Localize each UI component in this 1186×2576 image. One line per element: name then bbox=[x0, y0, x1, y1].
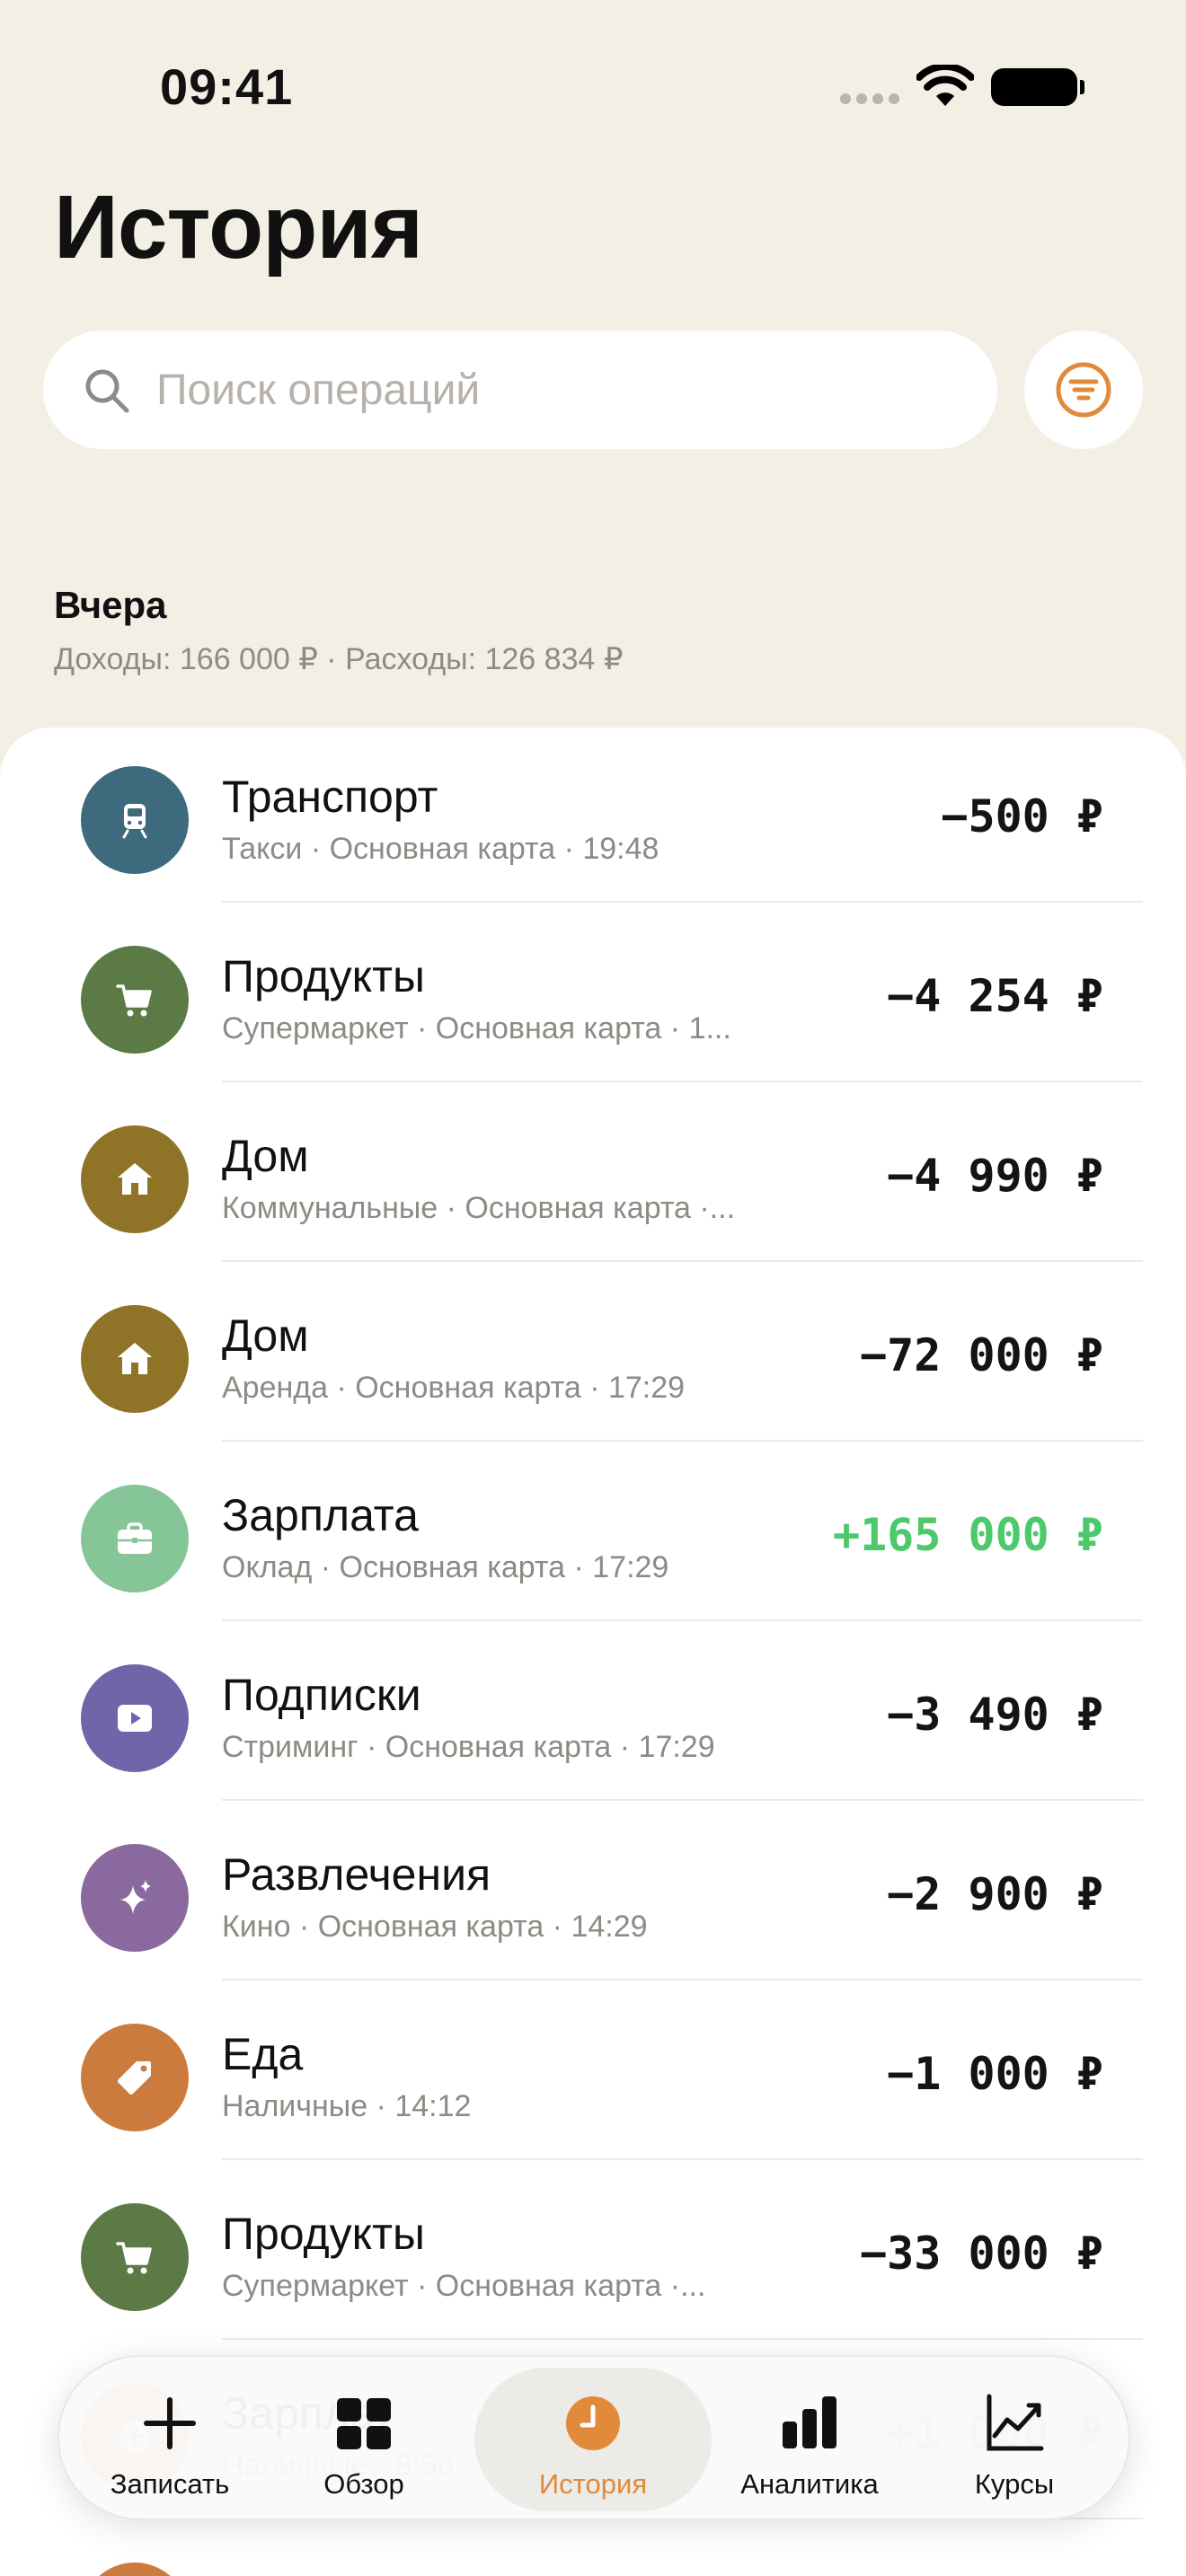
search-input[interactable] bbox=[156, 357, 947, 422]
transaction-amount: −500 ₽ bbox=[941, 790, 1103, 842]
status-time: 09:41 bbox=[160, 58, 294, 115]
transaction-amount: −4 990 ₽ bbox=[887, 1150, 1103, 1202]
group-summary: Доходы: 166 000 ₽ · Расходы: 126 834 ₽ bbox=[54, 642, 624, 676]
transaction-amount: −3 490 ₽ bbox=[887, 1689, 1103, 1741]
tab-record[interactable]: Записать bbox=[68, 2368, 271, 2511]
transaction-title: Подписки bbox=[222, 1670, 421, 1720]
transaction-title: Зарплата bbox=[222, 1490, 419, 1540]
status-bar: 09:41 bbox=[0, 0, 1186, 171]
filter-icon bbox=[1056, 362, 1111, 418]
tab-rates[interactable]: Курсы bbox=[913, 2368, 1116, 2511]
transaction-row[interactable]: Транспорт Такси · Основная карта · 19:48 −… bbox=[0, 738, 1186, 903]
search-icon bbox=[85, 369, 129, 413]
transaction-subtitle: Кино · Основная карта · 14:29 bbox=[222, 1910, 648, 1944]
transaction-subtitle: Коммунальные · Основная карта ·... bbox=[222, 1191, 736, 1225]
tab-label: История bbox=[538, 2468, 648, 2500]
grid-icon bbox=[337, 2398, 391, 2449]
transaction-subtitle: Аренда · Основная карта · 17:29 bbox=[222, 1371, 686, 1405]
transaction-amount: −2 900 ₽ bbox=[887, 1868, 1103, 1920]
transaction-row[interactable]: Зарплата Оклад · Основная карта · 17:29 +1… bbox=[0, 1457, 1186, 1621]
sparkles-icon bbox=[81, 1844, 189, 1952]
plus-icon bbox=[144, 2397, 196, 2449]
transaction-row[interactable]: Дом Аренда · Основная карта · 17:29 −72 00… bbox=[0, 1277, 1186, 1442]
transaction-row[interactable]: Дом Коммунальные · Основная карта ·... −4 … bbox=[0, 1098, 1186, 1262]
train-icon bbox=[81, 766, 189, 874]
row-divider bbox=[222, 1619, 1143, 1621]
transaction-row[interactable]: Еда bbox=[0, 2535, 1186, 2576]
row-divider bbox=[222, 1260, 1143, 1262]
tab-analytics[interactable]: Аналитика bbox=[708, 2368, 911, 2511]
transaction-title: Продукты bbox=[222, 951, 425, 1001]
row-divider bbox=[222, 1440, 1143, 1442]
tab-bar: Записать Обзор История Аналитика Курсы bbox=[58, 2355, 1130, 2520]
transaction-subtitle: Оклад · Основная карта · 17:29 bbox=[222, 1550, 669, 1584]
battery-icon bbox=[991, 68, 1084, 106]
cellular-signal-icon bbox=[840, 93, 899, 104]
transaction-subtitle: Супермаркет · Основная карта ·... bbox=[222, 2269, 706, 2303]
search-bar[interactable] bbox=[43, 331, 997, 449]
filter-button[interactable] bbox=[1024, 331, 1143, 449]
row-divider bbox=[222, 1081, 1143, 1082]
cart-icon bbox=[81, 2203, 189, 2311]
row-divider bbox=[222, 901, 1143, 903]
transactions-list: Транспорт Такси · Основная карта · 19:48 −… bbox=[0, 728, 1186, 2576]
transaction-subtitle: Стриминг · Основная карта · 17:29 bbox=[222, 1730, 715, 1764]
transaction-title: Еда bbox=[222, 2029, 304, 2079]
briefcase-icon bbox=[81, 1485, 189, 1592]
row-divider bbox=[222, 1799, 1143, 1801]
trend-chart-icon bbox=[987, 2394, 1044, 2451]
wifi-icon bbox=[916, 65, 974, 106]
tab-overview[interactable]: Обзор bbox=[262, 2368, 465, 2511]
row-divider bbox=[222, 2158, 1143, 2160]
play-icon bbox=[81, 1664, 189, 1772]
group-title: Вчера bbox=[54, 584, 167, 626]
page-title: История bbox=[54, 177, 423, 278]
row-divider bbox=[222, 2338, 1143, 2340]
clock-icon bbox=[566, 2396, 620, 2450]
transaction-row[interactable]: Продукты Супермаркет · Основная карта · 1… bbox=[0, 918, 1186, 1082]
transaction-subtitle: Наличные · 14:12 bbox=[222, 2089, 472, 2123]
cart-icon bbox=[81, 946, 189, 1054]
transaction-amount: +165 000 ₽ bbox=[832, 1509, 1103, 1561]
transaction-title: Продукты bbox=[222, 2209, 425, 2259]
transaction-row[interactable]: Развлечения Кино · Основная карта · 14:29… bbox=[0, 1816, 1186, 1981]
tag-icon bbox=[81, 2024, 189, 2131]
tab-label: Аналитика bbox=[740, 2468, 879, 2500]
transaction-row[interactable]: Подписки Стриминг · Основная карта · 17:2… bbox=[0, 1636, 1186, 1801]
transaction-row[interactable]: Продукты Супермаркет · Основная карта ·..… bbox=[0, 2175, 1186, 2340]
transaction-amount: −72 000 ₽ bbox=[860, 1329, 1103, 1381]
house-icon bbox=[81, 1125, 189, 1233]
transaction-title: Дом bbox=[222, 1131, 309, 1181]
transaction-amount: −4 254 ₽ bbox=[887, 970, 1103, 1022]
house-icon bbox=[81, 1305, 189, 1413]
transaction-title: Еда bbox=[222, 2567, 303, 2576]
transaction-subtitle: Супермаркет · Основная карта · 1... bbox=[222, 1011, 731, 1045]
row-divider bbox=[222, 1979, 1143, 1981]
transaction-subtitle: Такси · Основная карта · 19:48 bbox=[222, 832, 659, 866]
transaction-amount: −1 000 ₽ bbox=[887, 2048, 1103, 2100]
transaction-title: Дом bbox=[222, 1310, 309, 1361]
tab-label: Обзор bbox=[323, 2468, 404, 2500]
tab-label: Записать bbox=[110, 2468, 230, 2500]
bar-chart-icon bbox=[783, 2396, 836, 2448]
tab-label: Курсы bbox=[974, 2468, 1055, 2500]
tag-icon bbox=[81, 2563, 189, 2576]
transaction-title: Транспорт bbox=[222, 772, 438, 822]
tab-history[interactable]: История bbox=[474, 2368, 712, 2511]
transaction-row[interactable]: Еда Наличные · 14:12 −1 000 ₽ bbox=[0, 1996, 1186, 2160]
transaction-amount: −33 000 ₽ bbox=[860, 2228, 1103, 2280]
transaction-title: Развлечения bbox=[222, 1849, 491, 1900]
